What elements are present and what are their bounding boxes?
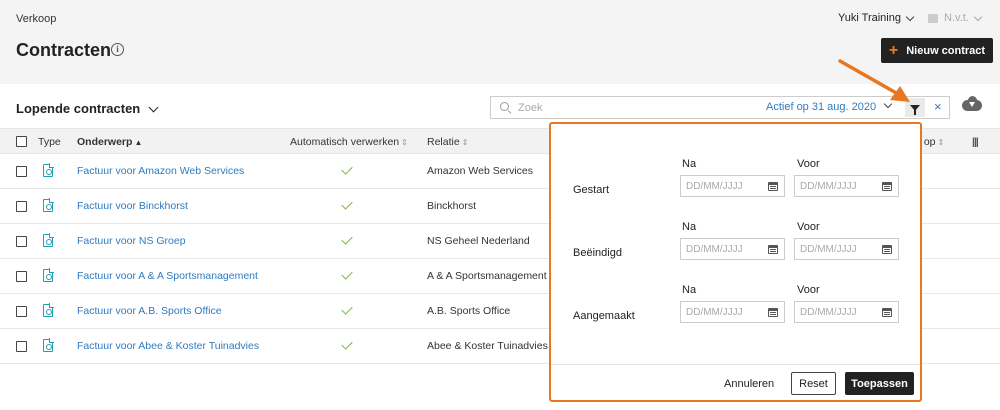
row-subject-link[interactable]: Factuur voor Abee & Koster Tuinadvies (77, 340, 259, 352)
row-checkbox[interactable] (16, 201, 27, 212)
check-icon (341, 163, 353, 175)
calendar-icon[interactable] (882, 245, 892, 254)
filter-popover-footer: Annuleren Reset Toepassen (551, 364, 920, 402)
row-relation: Abee & Koster Tuinadvies (427, 340, 548, 352)
ended-before-input[interactable] (800, 243, 880, 255)
new-contract-label: Nieuw contract (906, 44, 986, 57)
created-before-date-field[interactable] (794, 301, 899, 323)
after-label: Na (682, 221, 697, 233)
filter-row-created: Na Voor Aangemaakt (551, 284, 920, 344)
cloud-download-icon[interactable] (962, 96, 982, 112)
calendar-icon[interactable] (768, 245, 778, 254)
document-icon (43, 198, 54, 212)
search-icon (500, 101, 512, 114)
annotation-arrow (838, 59, 910, 102)
before-label: Voor (797, 221, 820, 233)
after-label: Na (682, 284, 697, 296)
row-relation: Binckhorst (427, 200, 477, 212)
search-input[interactable] (518, 101, 758, 114)
apply-button[interactable]: Toepassen (845, 372, 914, 395)
row-checkbox[interactable] (16, 306, 27, 317)
filter-row-ended: Na Voor Beëindigd (551, 221, 920, 281)
view-selector[interactable]: Lopende contracten (16, 101, 159, 116)
administration-icon (928, 13, 938, 23)
check-icon (341, 338, 353, 350)
document-icon (43, 268, 54, 282)
check-icon (341, 233, 353, 245)
row-checkbox[interactable] (16, 236, 27, 247)
row-relation: Amazon Web Services (427, 165, 534, 177)
document-icon (43, 233, 54, 247)
row-checkbox[interactable] (16, 271, 27, 282)
ended-after-date-field[interactable] (680, 238, 785, 260)
after-label: Na (682, 158, 697, 170)
sort-asc-icon: ▲ (134, 138, 143, 147)
row-subject-link[interactable]: Factuur voor Binckhorst (77, 200, 188, 212)
created-before-input[interactable] (800, 306, 880, 318)
calendar-icon[interactable] (768, 182, 778, 191)
chevron-down-icon (973, 12, 983, 21)
row-subject-link[interactable]: Factuur voor NS Groep (77, 235, 186, 247)
row-subject-link[interactable]: Factuur voor A & A Sportsmanagement (77, 270, 258, 282)
row-subject-link[interactable]: Factuur voor A.B. Sports Office (77, 305, 222, 317)
select-all-checkbox[interactable] (16, 136, 27, 147)
row-relation: A & A Sportsmanagement (427, 270, 547, 282)
calendar-icon[interactable] (882, 308, 892, 317)
document-icon (43, 338, 54, 352)
calendar-icon[interactable] (768, 308, 778, 317)
started-before-date-field[interactable] (794, 175, 899, 197)
ended-before-date-field[interactable] (794, 238, 899, 260)
cancel-button[interactable]: Annuleren (724, 378, 774, 390)
company-selector[interactable]: Yuki Training (838, 12, 915, 24)
column-auto-process-label: Automatisch verwerken (290, 136, 400, 148)
check-icon (341, 198, 353, 210)
row-subject-link[interactable]: Factuur voor Amazon Web Services (77, 165, 244, 177)
calendar-icon[interactable] (882, 182, 892, 191)
row-relation: NS Geheel Nederland (427, 235, 530, 247)
column-type[interactable]: Type (38, 136, 61, 148)
row-relation: A.B. Sports Office (427, 305, 511, 317)
started-after-input[interactable] (686, 180, 766, 192)
administration-selector[interactable]: N.v.t. (928, 12, 983, 24)
chevron-down-icon (148, 102, 159, 112)
column-settings-icon[interactable]: ||| (972, 136, 979, 148)
column-subject[interactable]: Onderwerp ▲ (77, 136, 142, 148)
before-label: Voor (797, 284, 820, 296)
ended-after-input[interactable] (686, 243, 766, 255)
view-selector-label: Lopende contracten (16, 101, 141, 116)
started-after-date-field[interactable] (680, 175, 785, 197)
document-icon (43, 163, 54, 177)
administration-name: N.v.t. (944, 12, 969, 24)
filter-label-ended: Beëindigd (573, 247, 622, 259)
sort-icon: ⇕ (937, 138, 945, 147)
document-icon (43, 303, 54, 317)
row-checkbox[interactable] (16, 341, 27, 352)
column-relation[interactable]: Relatie ⇕ (427, 136, 468, 148)
breadcrumb[interactable]: Verkoop (16, 13, 56, 25)
created-after-date-field[interactable] (680, 301, 785, 323)
created-after-input[interactable] (686, 306, 766, 318)
clear-filter-icon[interactable]: × (934, 99, 942, 114)
column-auto-process[interactable]: Automatisch verwerken ⇕ (290, 136, 408, 148)
filter-row-started: Na Voor Gestart (551, 158, 920, 218)
sort-icon: ⇕ (401, 138, 408, 147)
plus-icon: + (888, 41, 899, 59)
filter-label-started: Gestart (573, 184, 610, 196)
started-before-input[interactable] (800, 180, 880, 192)
check-icon (341, 268, 353, 280)
row-checkbox[interactable] (16, 166, 27, 177)
reset-button[interactable]: Reset (791, 372, 836, 395)
info-icon[interactable]: i (111, 43, 124, 56)
before-label: Voor (797, 158, 820, 170)
sort-icon: ⇕ (461, 138, 469, 147)
check-icon (341, 303, 353, 315)
page-title: Contracten (16, 40, 112, 60)
chevron-down-icon (905, 12, 915, 21)
column-relation-label: Relatie (427, 136, 460, 148)
filter-popover: Na Voor Gestart Na Voor Beëindigd Na Voo… (549, 122, 922, 402)
column-subject-label: Onderwerp (77, 136, 133, 148)
filter-label-created: Aangemaakt (573, 310, 635, 322)
company-name: Yuki Training (838, 12, 901, 24)
